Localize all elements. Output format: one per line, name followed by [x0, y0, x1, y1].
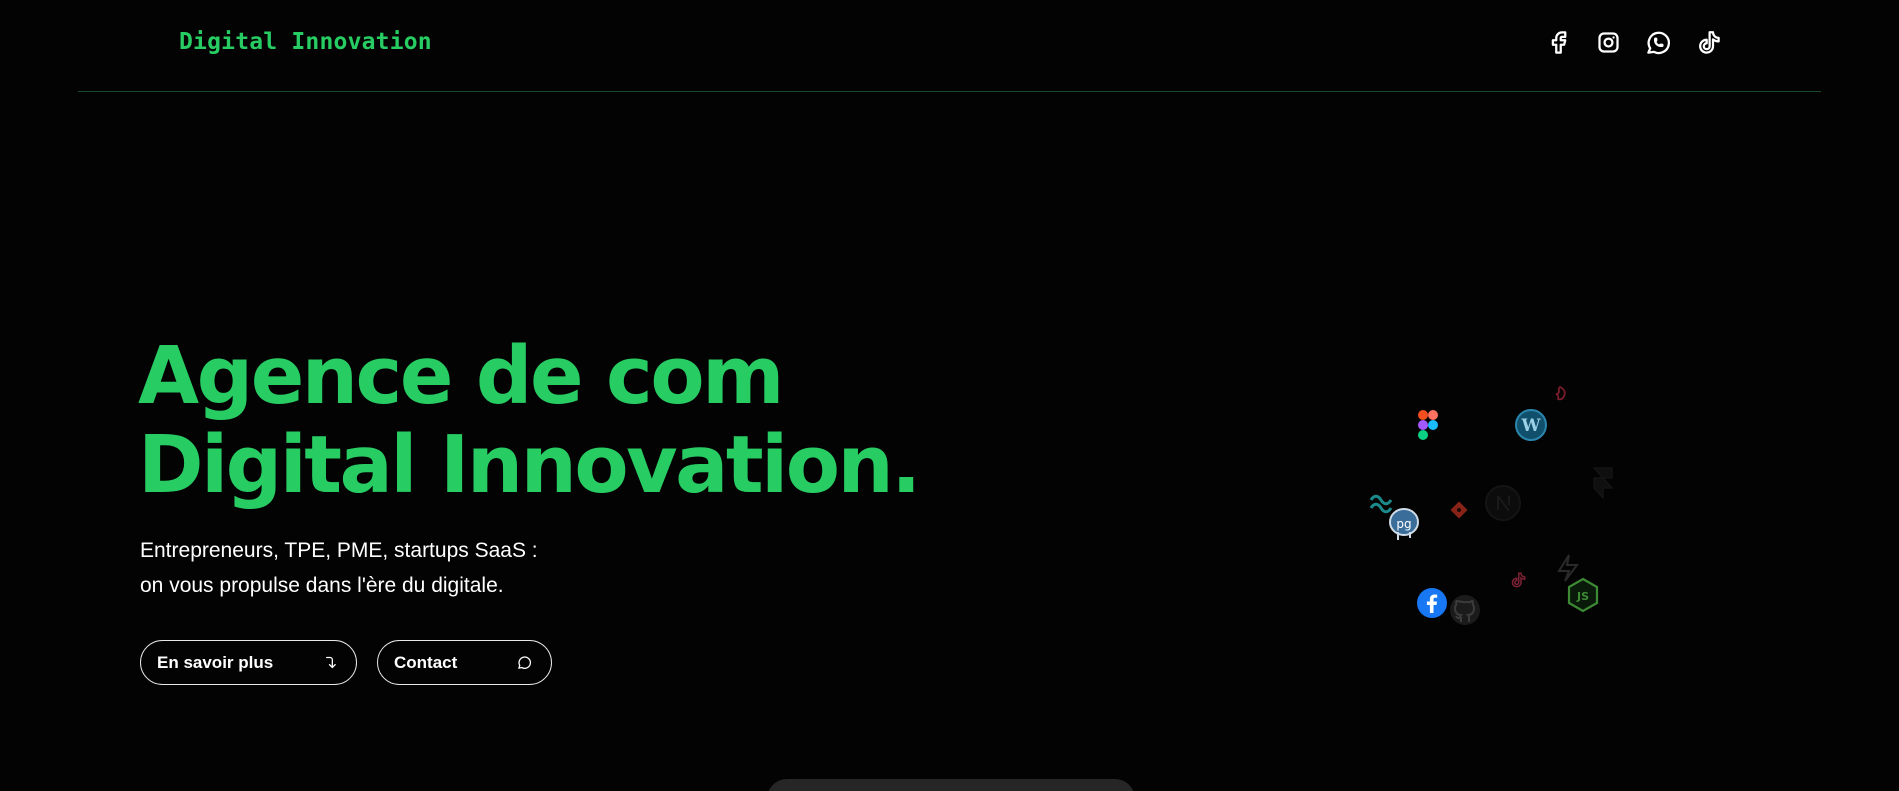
hero-subtitle-line2: on vous propulse dans l'ère du digitale.	[140, 574, 504, 597]
learn-more-label: En savoir plus	[157, 652, 274, 672]
svg-text:W: W	[1520, 416, 1541, 436]
hero-title: Agence de com Digital Innovation.	[138, 330, 921, 511]
arrow-down-turn-icon	[326, 656, 336, 669]
tech-icon-cloud: W pg JS	[1350, 370, 1650, 640]
chat-bubble-icon	[518, 656, 531, 669]
whatsapp-icon	[1647, 31, 1671, 55]
social-links	[1544, 28, 1723, 57]
brand-logo[interactable]: Digital Innovation	[179, 29, 432, 55]
nextjs-icon	[1484, 484, 1522, 522]
git-icon	[1450, 501, 1468, 519]
tiktok-icon	[1699, 31, 1720, 54]
tiktok-icon	[1509, 570, 1527, 590]
page: Digital Innovation Agence de com Digital…	[0, 0, 1899, 791]
svg-text:pg: pg	[1396, 517, 1411, 531]
facebook-link[interactable]	[1544, 28, 1573, 57]
learn-more-button[interactable]: En savoir plus	[140, 640, 357, 685]
svg-text:JS: JS	[1576, 590, 1589, 603]
instagram-link[interactable]	[1594, 28, 1623, 57]
hero-subtitle-line1: Entrepreneurs, TPE, PME, startups SaaS :	[140, 539, 538, 562]
contact-label: Contact	[394, 652, 458, 672]
framer-icon	[1590, 466, 1616, 500]
whatsapp-link[interactable]	[1644, 28, 1673, 57]
site-header: Digital Innovation	[78, 0, 1821, 92]
nodejs-icon: JS	[1566, 577, 1600, 613]
hero-subtitle: Entrepreneurs, TPE, PME, startups SaaS :…	[140, 533, 538, 603]
contact-button[interactable]: Contact	[377, 640, 552, 685]
tiktok-link[interactable]	[1694, 28, 1723, 57]
facebook-icon	[1551, 31, 1567, 54]
github-icon	[1448, 593, 1482, 627]
bottom-floating-bar	[767, 779, 1135, 791]
nestjs-icon	[1550, 385, 1570, 405]
facebook-icon	[1416, 587, 1448, 619]
instagram-icon	[1598, 32, 1619, 53]
wordpress-icon: W	[1514, 408, 1548, 442]
postgresql-icon: pg	[1386, 506, 1422, 544]
hero-title-line1: Agence de com	[138, 330, 784, 422]
figma-icon	[1418, 410, 1438, 440]
hero-title-line2: Digital Innovation.	[138, 419, 921, 511]
